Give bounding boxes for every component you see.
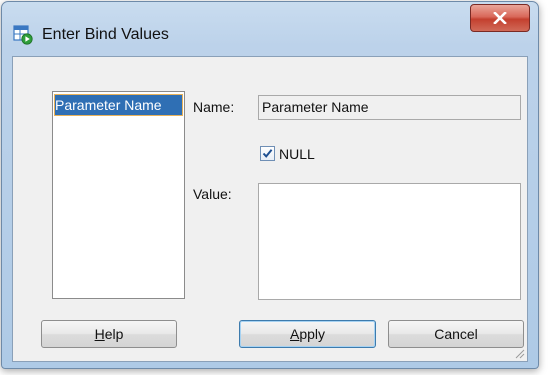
value-field[interactable] [258,183,521,300]
name-label: Name: [193,99,235,115]
help-mnemonic: H [94,326,105,342]
apply-button[interactable]: Apply [239,320,376,348]
bind-values-icon [13,25,33,45]
cancel-button[interactable]: Cancel [388,320,524,348]
help-label: elp [104,326,124,342]
dialog-content: Parameter Name Name: Parameter Name NULL… [12,56,528,362]
bind-values-dialog: Enter Bind Values Parameter Name Name: P… [1,1,539,369]
apply-mnemonic: A [289,326,300,342]
null-label: NULL [279,146,315,162]
apply-label: pply [299,326,326,342]
help-button[interactable]: Help [41,320,177,348]
close-icon [493,12,507,24]
title-bar[interactable]: Enter Bind Values [2,2,538,45]
name-field[interactable]: Parameter Name [258,95,521,120]
value-label: Value: [193,186,232,202]
resize-grip-icon[interactable] [513,347,525,359]
close-button[interactable] [470,4,530,32]
parameter-list[interactable]: Parameter Name [52,91,185,299]
null-checkbox[interactable] [260,146,275,161]
checkmark-icon [262,149,273,158]
window-title: Enter Bind Values [42,26,169,43]
list-item[interactable]: Parameter Name [54,94,183,116]
